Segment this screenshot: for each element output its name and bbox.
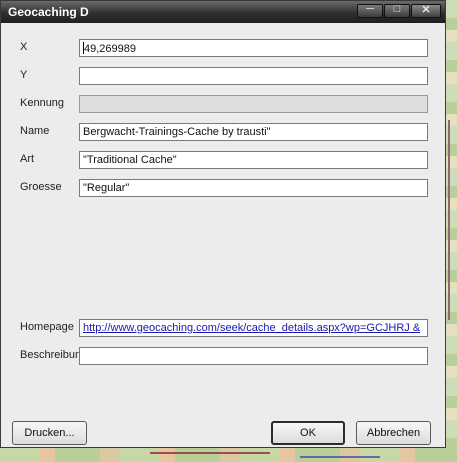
cancel-button[interactable]: Abbrechen xyxy=(356,421,431,445)
y-field[interactable] xyxy=(79,67,428,85)
x-field-value: 49,269989 xyxy=(84,43,136,55)
minimize-icon: ─ xyxy=(366,3,374,15)
x-label: X xyxy=(20,41,28,53)
groesse-field[interactable]: "Regular" xyxy=(79,179,428,197)
map-strip-bottom xyxy=(0,446,457,462)
window-title: Geocaching D xyxy=(8,5,89,19)
map-road xyxy=(448,120,450,320)
print-button[interactable]: Drucken... xyxy=(12,421,87,445)
close-button[interactable]: ✕ xyxy=(411,4,441,18)
close-icon: ✕ xyxy=(421,4,431,16)
minimize-button[interactable]: ─ xyxy=(357,3,383,18)
map-road xyxy=(300,456,380,458)
ok-button[interactable]: OK xyxy=(271,421,345,445)
art-field[interactable]: "Traditional Cache" xyxy=(79,151,428,169)
art-label: Art xyxy=(20,153,35,165)
y-label: Y xyxy=(20,69,28,81)
geocaching-dialog: Geocaching D ─ □ ✕ X 49,269989 Y Kennung… xyxy=(0,0,446,448)
beschreibung-field[interactable] xyxy=(79,347,428,365)
name-field[interactable]: Bergwacht-Trainings-Cache by trausti" xyxy=(79,123,428,141)
title-bar[interactable]: Geocaching D ─ □ ✕ xyxy=(1,1,445,23)
homepage-label: Homepage xyxy=(20,321,74,333)
kennung-field xyxy=(79,95,428,113)
beschreibung-label: Beschreibun xyxy=(20,349,82,361)
maximize-button[interactable]: □ xyxy=(384,3,410,18)
kennung-label: Kennung xyxy=(20,97,65,109)
map-road xyxy=(150,452,270,454)
name-label: Name xyxy=(20,125,50,137)
maximize-icon: □ xyxy=(393,3,401,15)
x-field[interactable]: 49,269989 xyxy=(79,39,428,57)
homepage-link[interactable]: http://www.geocaching.com/seek/cache_det… xyxy=(79,319,428,337)
groesse-label: Groesse xyxy=(20,181,62,193)
